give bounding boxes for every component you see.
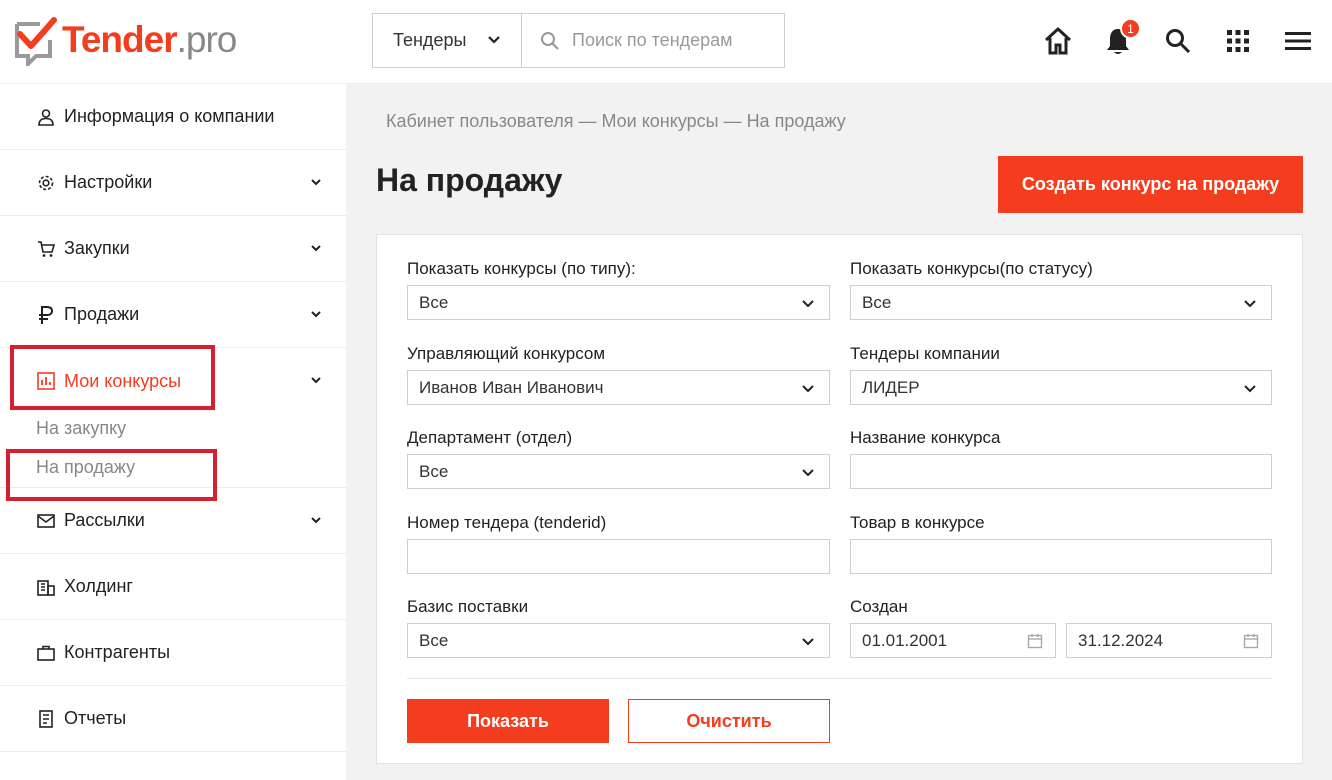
product-input[interactable]	[850, 539, 1272, 574]
chevron-down-icon	[488, 36, 500, 44]
status-filter-select[interactable]: Все	[850, 285, 1272, 320]
manager-filter-value: Иванов Иван Иванович	[419, 377, 604, 397]
sidebar-item-counterparties[interactable]: Контрагенты	[0, 620, 346, 686]
type-filter-label: Показать конкурсы (по типу):	[407, 259, 636, 278]
tender-id-label: Номер тендера (tenderid)	[407, 513, 607, 532]
ruble-icon	[36, 305, 56, 325]
sidebar-item-label: Настройки	[64, 172, 153, 192]
chevron-down-icon	[802, 385, 814, 393]
briefcase-icon	[36, 645, 56, 661]
product-label: Товар в конкурсе	[850, 513, 985, 532]
manager-filter-select[interactable]: Иванов Иван Иванович	[407, 370, 830, 405]
sidebar-item-label: Информация о компании	[64, 106, 275, 126]
chevron-down-icon	[802, 469, 814, 477]
tenderpro-logo[interactable]: Tender.pro	[14, 14, 237, 69]
company-filter-label: Тендеры компании	[850, 344, 1000, 363]
calendar-icon[interactable]	[1027, 633, 1043, 649]
search-input[interactable]	[572, 30, 772, 51]
clear-button[interactable]: Очистить	[628, 699, 830, 743]
notification-badge: 1	[1120, 18, 1141, 39]
chevron-down-icon	[311, 377, 321, 384]
type-filter-value: Все	[419, 292, 449, 312]
sidebar-subitem-for-purchase[interactable]: На закупку	[0, 408, 346, 448]
chevron-down-icon	[311, 311, 321, 318]
department-filter-value: Все	[419, 461, 449, 481]
chevron-down-icon	[802, 638, 814, 646]
search-icon[interactable]	[1161, 24, 1195, 58]
breadcrumb: Кабинет пользователя — Мои конкурсы — На…	[386, 111, 846, 131]
cart-icon	[36, 240, 56, 258]
company-filter-select[interactable]: ЛИДЕР	[850, 370, 1272, 405]
tender-type-value: Тендеры	[393, 30, 467, 50]
building-icon	[36, 578, 56, 596]
search-icon	[541, 31, 559, 50]
sidebar-item-holding[interactable]: Холдинг	[0, 554, 346, 620]
page-title: На продажу	[376, 162, 563, 198]
sidebar: Информация о компании Настройки Закупки …	[0, 84, 346, 780]
mail-icon	[36, 513, 56, 528]
gear-icon	[36, 174, 56, 192]
department-filter-select[interactable]: Все	[407, 454, 830, 489]
calendar-icon[interactable]	[1243, 633, 1259, 649]
chevron-down-icon	[1244, 385, 1256, 393]
search-box[interactable]	[521, 13, 785, 68]
status-filter-value: Все	[862, 292, 892, 312]
chevron-down-icon	[802, 300, 814, 308]
created-to-value: 31.12.2024	[1078, 630, 1164, 650]
highlight-box-for-sale	[6, 449, 217, 501]
sidebar-item-label: Отчеты	[64, 708, 127, 728]
sidebar-item-label: Контрагенты	[64, 642, 171, 662]
apps-grid-icon[interactable]	[1221, 24, 1255, 58]
created-to-date-input[interactable]: 31.12.2024	[1066, 623, 1272, 658]
tender-name-label: Название конкурса	[850, 428, 1001, 447]
form-divider	[407, 678, 1272, 679]
create-sale-tender-button[interactable]: Создать конкурс на продажу	[998, 156, 1303, 213]
created-from-date-input[interactable]: 01.01.2001	[850, 623, 1056, 658]
manager-filter-label: Управляющий конкурсом	[407, 344, 606, 363]
tender-id-input[interactable]	[407, 539, 830, 574]
sidebar-item-settings[interactable]: Настройки	[0, 150, 346, 216]
show-button[interactable]: Показать	[407, 699, 609, 743]
department-filter-label: Департамент (отдел)	[407, 428, 573, 447]
top-header: Tender.pro Тендеры 1	[0, 0, 1332, 84]
created-from-value: 01.01.2001	[862, 630, 948, 650]
delivery-basis-value: Все	[419, 630, 449, 650]
created-label: Создан	[850, 597, 908, 616]
home-icon[interactable]	[1041, 24, 1075, 58]
bell-icon[interactable]: 1	[1101, 18, 1141, 58]
company-filter-value: ЛИДЕР	[862, 377, 920, 397]
highlight-box-my-tenders	[10, 345, 215, 410]
logo-envelope-icon	[14, 16, 58, 69]
logo-text: Tender.pro	[62, 19, 237, 60]
delivery-basis-label: Базис поставки	[407, 597, 529, 616]
sidebar-item-label: Закупки	[64, 238, 130, 258]
delivery-basis-select[interactable]: Все	[407, 623, 830, 658]
status-filter-label: Показать конкурсы(по статусу)	[850, 259, 1093, 278]
sidebar-subitem-label: На закупку	[36, 417, 127, 438]
tender-type-select[interactable]: Тендеры	[372, 13, 522, 68]
chevron-down-icon	[1244, 300, 1256, 308]
menu-icon[interactable]	[1281, 24, 1315, 58]
type-filter-select[interactable]: Все	[407, 285, 830, 320]
main-content: Кабинет пользователя — Мои конкурсы — На…	[346, 84, 1332, 780]
sidebar-item-label: Рассылки	[64, 510, 145, 530]
report-icon	[36, 709, 56, 728]
sidebar-item-label: Холдинг	[64, 576, 133, 596]
sidebar-item-purchases[interactable]: Закупки	[0, 216, 346, 282]
filter-card: Показать конкурсы (по типу): Все Показат…	[376, 234, 1303, 764]
chevron-down-icon	[311, 517, 321, 524]
sidebar-item-reports[interactable]: Отчеты	[0, 686, 346, 752]
tender-name-input[interactable]	[850, 454, 1272, 489]
chevron-down-icon	[311, 179, 321, 186]
chevron-down-icon	[311, 245, 321, 252]
sidebar-item-sales[interactable]: Продажи	[0, 282, 346, 348]
user-icon	[36, 108, 56, 126]
sidebar-item-label: Продажи	[64, 304, 140, 324]
sidebar-item-company-info[interactable]: Информация о компании	[0, 84, 346, 150]
